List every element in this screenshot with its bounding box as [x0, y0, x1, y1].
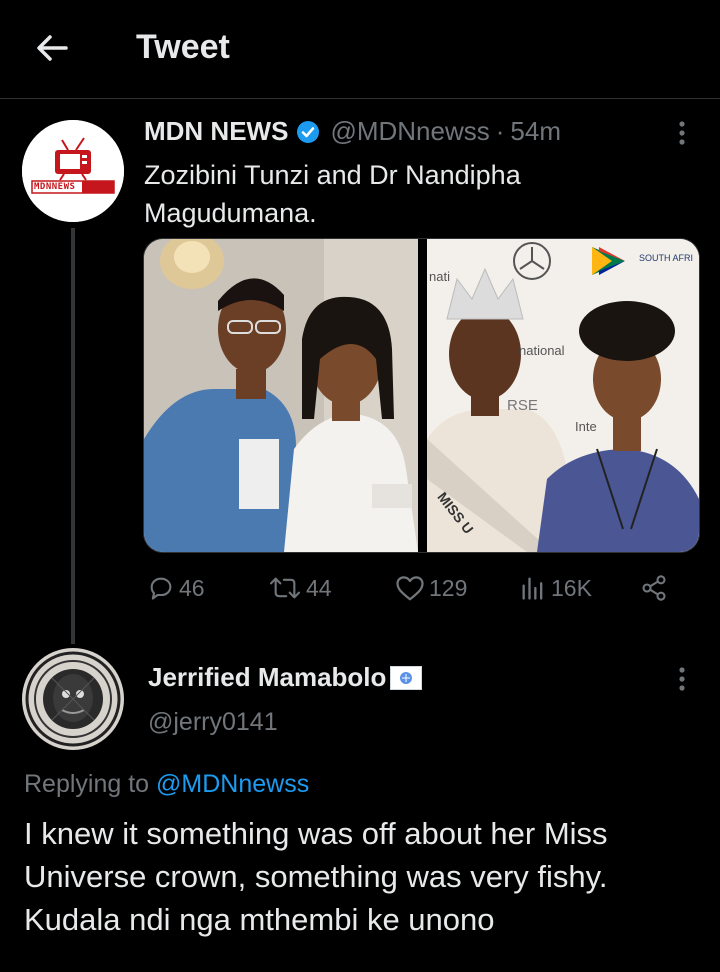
reply-action[interactable]: 46 — [147, 568, 205, 608]
dot-separator: · — [495, 116, 505, 146]
views-chart-icon — [522, 577, 543, 600]
retweet-action[interactable]: 44 — [268, 568, 332, 608]
reply-author-name[interactable]: Jerrified Mamabolo — [148, 662, 386, 693]
more-options-icon[interactable] — [670, 664, 694, 694]
photo-overlay-text-5: SOUTH AFRI — [639, 253, 694, 263]
tweet-author-name[interactable]: MDN NEWS — [144, 116, 288, 147]
like-action[interactable]: 129 — [395, 568, 467, 608]
top-app-bar: Tweet — [0, 0, 720, 99]
reply-author-handle[interactable]: @jerry0141 — [148, 708, 278, 737]
more-options-icon[interactable] — [670, 118, 694, 148]
flag-icon — [390, 665, 423, 690]
tweet-text: Zozibini Tunzi and Dr Nandipha Maguduman… — [144, 160, 521, 228]
photo-overlay-text-4: RSE — [507, 397, 538, 414]
retweet-count: 44 — [306, 574, 332, 601]
mdn-news-avatar[interactable]: MDNNEWS — [22, 120, 124, 222]
tweet-photo-2[interactable]: nati national Inte RSE SOUTH AFRI MISS U — [427, 239, 699, 552]
verified-badge-icon — [297, 120, 320, 143]
replying-to-line: Replying to @MDNnewss — [24, 770, 309, 799]
tweet-author-row: MDN NEWS @MDNnewss · 54m — [144, 116, 561, 147]
sketch-portrait-image — [22, 648, 124, 750]
replying-mention-link[interactable]: @MDNnewss — [156, 770, 309, 798]
tweet-author-handle[interactable]: @MDNnewss — [330, 116, 489, 147]
mdn-logo-icon — [22, 120, 124, 222]
reply-text: I knew it something was off about her Mi… — [24, 816, 608, 937]
photo-two-women-image — [144, 239, 418, 552]
tweet-photo-1[interactable] — [144, 239, 418, 552]
views-action[interactable]: 16K — [519, 568, 592, 608]
media-gap — [418, 239, 427, 552]
heart-icon — [396, 576, 424, 601]
reply-icon — [150, 577, 172, 600]
photo-overlay-text-2: national — [519, 343, 565, 358]
tweet-media-grid[interactable]: nati national Inte RSE SOUTH AFRI MISS U — [143, 238, 700, 553]
tweet-timestamp[interactable]: 54m — [510, 116, 561, 147]
like-count: 129 — [429, 574, 468, 601]
photo-overlay-text-1: nati — [429, 269, 450, 284]
retweet-icon — [269, 577, 301, 599]
photo-pageant-image — [427, 239, 699, 552]
jerrified-avatar[interactable] — [22, 648, 124, 750]
view-count: 16K — [551, 574, 592, 601]
share-action[interactable] — [639, 568, 673, 608]
reply-author-row: Jerrified Mamabolo — [148, 662, 423, 693]
thread-connector — [71, 228, 75, 644]
avatar-logo-text: MDNNEWS — [34, 182, 76, 192]
reply-count: 46 — [179, 574, 205, 601]
photo-overlay-text-3: Inte — [575, 419, 597, 434]
share-icon — [642, 575, 666, 601]
tweet-action-bar: 46 44 129 16K — [143, 568, 683, 608]
replying-prefix: Replying to — [24, 770, 157, 798]
page-title: Tweet — [136, 28, 230, 66]
arrow-left-icon[interactable] — [30, 26, 74, 70]
